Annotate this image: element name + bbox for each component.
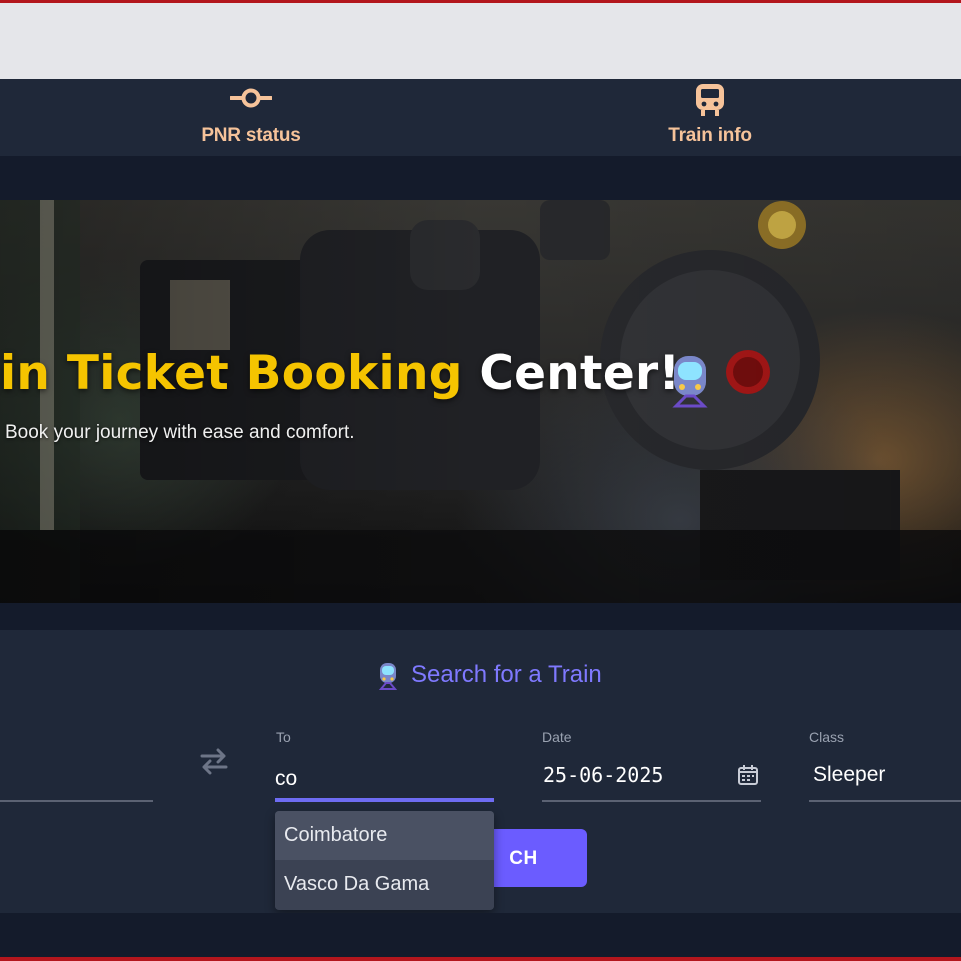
swap-stations-icon[interactable] <box>199 746 229 780</box>
section-spacer <box>0 603 961 630</box>
nav-label-pnr-status: PNR status <box>201 125 301 146</box>
class-field-label: Class <box>809 729 845 745</box>
to-field-underline-active <box>275 798 494 802</box>
from-field-value[interactable]: i <box>0 763 1 787</box>
hero-title: ain Ticket Booking Center! <box>0 350 680 397</box>
window-bottom-border <box>0 957 961 961</box>
train-emoji-icon <box>668 354 712 412</box>
browser-toolbar <box>0 3 961 79</box>
to-field-label: To <box>276 729 291 745</box>
suggestion-item[interactable]: Coimbatore <box>275 811 494 860</box>
calendar-icon[interactable] <box>737 764 759 790</box>
station-suggestions-dropdown: Coimbatore Vasco Da Gama <box>275 811 494 910</box>
class-field-underline <box>809 800 961 802</box>
hero-title-plain: Center! <box>479 346 681 401</box>
to-field-input[interactable] <box>275 760 494 798</box>
hero-subtitle: Book your journey with ease and comfort. <box>5 422 355 443</box>
hero-overlay <box>0 200 961 603</box>
suggestion-item[interactable]: Vasco Da Gama <box>275 860 494 909</box>
page-footer-spacer <box>0 913 961 957</box>
nav-label-train-info: Train info <box>668 125 752 146</box>
hero-banner <box>0 200 961 603</box>
date-field-label: Date <box>542 729 572 745</box>
main-navbar: PNR status Train info <box>0 79 961 156</box>
date-field-value[interactable]: 25-06-2025 <box>543 763 663 787</box>
train-icon <box>695 83 725 121</box>
from-field-underline <box>0 800 153 802</box>
page-spacer <box>0 156 961 200</box>
nav-item-pnr-status[interactable]: PNR status <box>181 79 321 156</box>
date-field-underline <box>542 800 761 802</box>
search-heading: Search for a Train <box>411 661 602 688</box>
nav-item-train-info[interactable]: Train info <box>640 79 780 156</box>
hero-title-highlight: ain Ticket Booking <box>0 346 463 401</box>
train-small-icon <box>377 662 399 694</box>
pnr-status-icon <box>229 87 273 113</box>
class-select-value[interactable]: Sleeper <box>813 763 885 787</box>
